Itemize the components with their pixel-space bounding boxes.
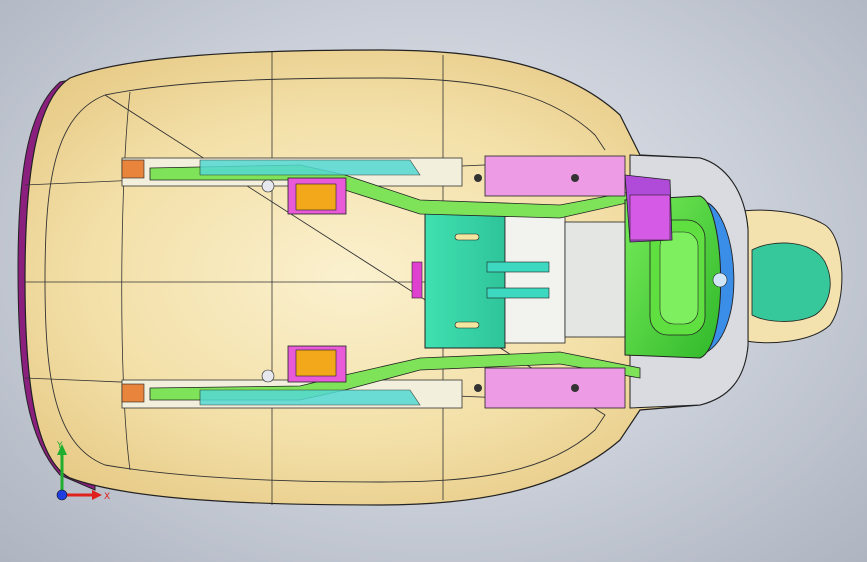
triad-x-label: X [104, 492, 110, 502]
cad-viewport[interactable]: Y X [0, 0, 867, 562]
triad-y-label: Y [56, 441, 63, 451]
upper-pad[interactable] [287, 177, 347, 215]
front-cap[interactable] [734, 209, 843, 344]
center-frame[interactable] [411, 207, 626, 349]
lower-pad[interactable] [287, 345, 347, 383]
